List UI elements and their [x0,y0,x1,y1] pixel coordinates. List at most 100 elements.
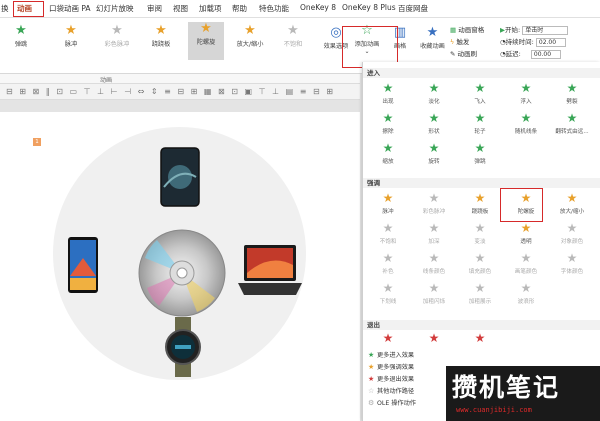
tab-baidu-pan[interactable]: 百度网盘 [398,3,428,14]
start-select[interactable]: 单击时 [522,25,569,35]
watermark-title: 攒机笔记 [452,373,561,402]
exit-effect[interactable]: ★ [415,332,453,347]
emphasis-effect[interactable]: ★ 透明 [507,221,545,246]
ole-action[interactable]: ⚙ OLE 操作动作 [368,398,416,407]
star-icon: ★ [474,331,486,345]
tab-review[interactable]: 审阅 [147,3,162,14]
phone-image[interactable] [160,147,200,207]
emphasis-effect[interactable]: ★ 线条颜色 [415,251,453,276]
duration-input[interactable]: 02.00 [535,37,566,47]
section-entrance: 进入 [363,68,600,78]
entrance-effect[interactable]: ★ 飞入 [461,81,499,106]
effect-color-pulse[interactable]: ★ 彩色脉冲 [102,24,132,49]
emphasis-effect[interactable]: ★ 画笔颜色 [507,252,545,276]
emphasis-effect[interactable]: ★ 加深 [415,221,453,246]
cd-disc-image[interactable] [137,228,227,318]
entrance-effect[interactable]: ★ 浮入 [507,82,545,106]
star-icon: ★ [428,331,440,345]
delay-input[interactable]: 00.00 [530,49,561,59]
star-icon: ★ [520,111,532,125]
entrance-effect[interactable]: ★ 形状 [415,112,453,136]
emphasis-effect[interactable]: ★ 加粗展示 [461,281,499,306]
effect-pulse[interactable]: ★ 脉冲 [56,24,86,49]
emphasis-effect[interactable]: ★ 变淡 [461,222,499,246]
entrance-effect[interactable]: ★ 随机线条 [507,111,545,136]
trigger-button[interactable]: ϟ 触发 [450,36,469,46]
exit-effect[interactable]: ★ [369,332,407,347]
tab-addins[interactable]: 加载项 [199,3,222,14]
star-icon: ★ [566,81,578,95]
tablet-image[interactable] [67,236,99,294]
entrance-effect[interactable]: ★ 出现 [369,81,407,106]
emphasis-effect[interactable]: ★ 填充颜色 [461,251,499,276]
animation-painter-button[interactable]: ✎ 动画刷 [450,48,477,58]
star-icon: ★ [566,191,578,205]
star-icon: ★ [382,191,394,205]
emphasis-effect[interactable]: ★ 脉冲 [369,191,407,216]
entrance-effect[interactable]: ★ 旋转 [415,142,453,166]
star-icon: ★ [566,111,578,125]
effect-spin[interactable]: ★ 陀螺旋 [188,22,224,60]
effect-desaturate[interactable]: ★ 不饱和 [278,24,308,49]
entrance-effect[interactable]: ★ 弹跳 [461,142,499,166]
entrance-effect[interactable]: ★ 擦除 [369,111,407,136]
star-icon: ★ [474,111,486,125]
emphasis-effect[interactable]: ★ 不饱和 [369,222,407,246]
brush-icon: ✎ [450,50,456,58]
emphasis-effect[interactable]: ★ 跷跷板 [461,192,499,216]
star-icon: ★ [428,191,440,205]
slide-number-tag: 1 [33,138,41,146]
more-motion-paths[interactable]: ☆ 其他动作路径 [368,386,414,395]
entrance-effect[interactable]: ★ 翻转式由远... [553,111,591,136]
start-control: ▶开始: 单击时 [500,24,569,35]
more-exit-effects[interactable]: ★ 更多退出效果 [368,374,414,383]
emphasis-effect[interactable]: ★ 波浪形 [507,282,545,306]
star-icon: ★ [382,111,394,125]
tab-view[interactable]: 视图 [173,3,188,14]
animation-pane-toggle[interactable]: ▦ 动画窗格 [450,24,484,34]
laptop-image[interactable] [236,243,304,297]
tab-slideshow[interactable]: 幻灯片放映 [96,3,134,14]
star-icon: ★ [428,221,440,235]
star-icon: ★ [382,251,394,265]
entrance-effect[interactable]: ★ 劈裂 [553,81,591,106]
tab-help[interactable]: 帮助 [232,3,247,14]
tab-special[interactable]: 特色功能 [259,3,289,14]
star-icon: ★ [382,81,394,95]
watermark-url: www.cuanjibiji.com [456,406,532,414]
emphasis-effect[interactable]: ★ 补色 [369,251,407,276]
favorite-animation-button[interactable]: ★ 收藏动画 [415,26,450,51]
emphasis-effect[interactable]: ★ 彩色脉冲 [415,191,453,216]
emphasis-effect[interactable]: ★ 对象颜色 [553,221,591,246]
star-icon: ★ [474,81,486,95]
star-icon: ★ [382,141,394,155]
star-icon: ★ [15,23,27,38]
entrance-effect[interactable]: ★ 轮子 [461,111,499,136]
emphasis-effect[interactable]: ★ 加粗闪烁 [415,282,453,306]
tab-pocket-animation[interactable]: 口袋动画 PA [49,3,91,14]
star-icon: ★ [368,375,375,383]
emphasis-effect[interactable]: ★ 字体颜色 [553,252,591,276]
emphasis-effect[interactable]: ★ 放大/缩小 [553,191,591,216]
effect-teeter[interactable]: ★ 跷跷板 [146,24,176,49]
effect-bounce[interactable]: ★ 弹跳 [6,23,36,49]
effect-grow-shrink[interactable]: ★ 放大/缩小 [232,24,268,49]
exit-effect[interactable]: ★ [461,332,499,347]
entrance-effect[interactable]: ★ 淡化 [415,82,453,106]
star-icon: ★ [566,221,578,235]
star-icon: ★ [520,221,532,235]
tab-transitions[interactable]: 换 [1,3,9,14]
tab-onekey8plus[interactable]: OneKey 8 Plus [342,3,396,12]
entrance-effect[interactable]: ★ 缩放 [369,141,407,166]
star-icon: ★ [428,251,440,265]
tab-onekey8[interactable]: OneKey 8 [300,3,336,12]
emphasis-effect[interactable]: ★ 下划线 [369,282,407,306]
more-emphasis-effects[interactable]: ★ 更多强调效果 [368,362,414,371]
watch-image[interactable] [163,317,203,377]
delay-control: ◔延迟: 00.00 [500,48,561,59]
align-icons[interactable]: ⊟ ⊞ ⊠ ‖ ⊡ ▭ ⊤ ⊥ ⊢ ⊣ ⇔ ⇕ ≡ ⊟ ⊞ ▦ ⊠ ⊡ ▣ ⊤ … [6,87,335,96]
star-icon: ★ [368,363,375,371]
star-icon: ★ [474,251,486,265]
more-entrance-effects[interactable]: ★ 更多进入效果 [368,350,414,359]
star-icon: ★ [474,281,486,295]
